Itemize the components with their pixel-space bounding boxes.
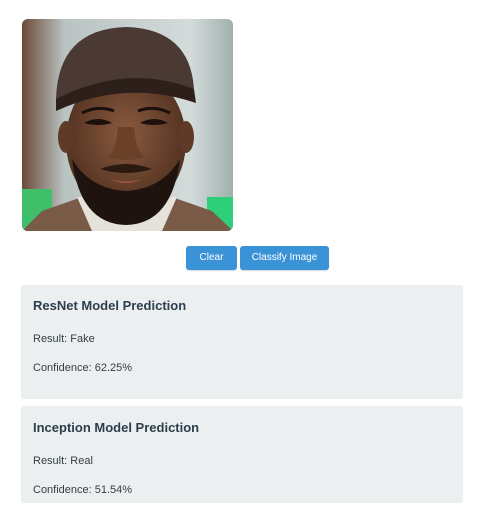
resnet-result: Result: Fake (33, 333, 95, 345)
inception-result: Result: Real (33, 455, 93, 467)
classify-image-button[interactable]: Classify Image (240, 246, 329, 270)
classifier-page: Clear Classify Image ResNet Model Predic… (0, 0, 493, 531)
inception-confidence: Confidence: 51.54% (33, 484, 133, 496)
resnet-card-title: ResNet Model Prediction (33, 298, 187, 313)
uploaded-image-preview (22, 19, 233, 231)
resnet-prediction-card: ResNet Model Prediction Result: Fake Con… (21, 285, 463, 399)
resnet-confidence: Confidence: 62.25% (33, 362, 133, 374)
inception-prediction-card: Inception Model Prediction Result: Real … (21, 406, 463, 503)
clear-button[interactable]: Clear (186, 246, 237, 270)
inception-card-title: Inception Model Prediction (33, 420, 200, 435)
